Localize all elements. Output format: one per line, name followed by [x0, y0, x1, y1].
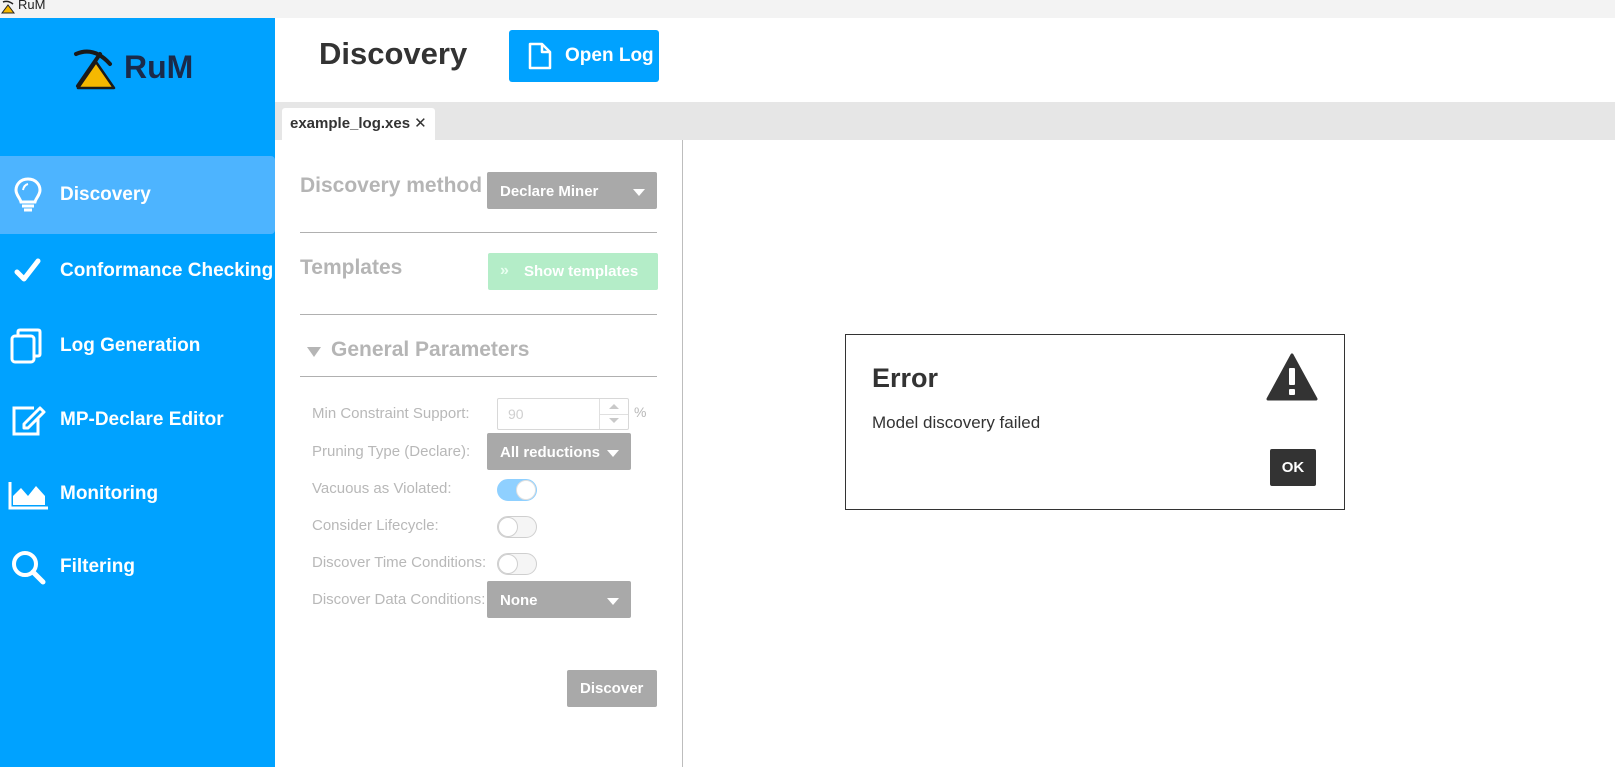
error-dialog: Error Model discovery failed OK — [845, 334, 1345, 510]
edit-icon — [12, 406, 46, 436]
open-log-label: Open Log — [565, 45, 654, 66]
sidebar-item-monitoring[interactable]: Monitoring — [0, 455, 275, 533]
discovery-method-select[interactable]: Declare Miner — [487, 172, 657, 209]
divider — [300, 376, 657, 377]
window-titlebar: RuM — [0, 0, 1615, 19]
ok-label: OK — [1281, 459, 1305, 476]
min-constraint-support-stepper[interactable]: 90 — [497, 398, 629, 430]
general-parameters-title: General Parameters — [331, 338, 530, 361]
discover-time-conditions-label: Discover Time Conditions: — [312, 554, 487, 571]
collapse-triangle-icon[interactable] — [307, 347, 321, 357]
tab-strip: example_log.xes ✕ — [275, 102, 1615, 140]
consider-lifecycle-label: Consider Lifecycle: — [312, 517, 439, 534]
sidebar-item-label: Log Generation — [60, 335, 201, 356]
discover-label: Discover — [580, 680, 644, 697]
consider-lifecycle-toggle[interactable] — [497, 516, 537, 538]
toggle-knob — [498, 554, 518, 574]
discovery-settings-panel: Discovery method Declare Miner Templates… — [275, 140, 682, 767]
sidebar-item-label: Filtering — [60, 556, 135, 577]
sidebar-item-label: MP-Declare Editor — [60, 409, 224, 430]
show-templates-label: Show templates — [524, 263, 639, 280]
discover-button[interactable]: Discover — [567, 670, 657, 707]
ok-button[interactable]: OK — [1270, 449, 1316, 486]
discovery-method-label: Discovery method — [300, 174, 483, 197]
percent-unit: % — [634, 404, 647, 420]
discover-data-conditions-select[interactable]: None — [487, 581, 631, 618]
discovery-method-value: Declare Miner — [500, 183, 599, 200]
open-log-button[interactable]: Open Log — [509, 30, 659, 82]
close-icon[interactable]: ✕ — [414, 115, 427, 132]
brand-name: RuM — [124, 49, 194, 85]
chevron-down-icon — [633, 189, 645, 196]
divider — [300, 314, 657, 315]
window-title: RuM — [18, 0, 46, 12]
search-icon — [12, 551, 46, 585]
divider — [300, 232, 657, 233]
sidebar: RuM Discovery Conformance Checking Log G… — [0, 18, 275, 767]
stepper-buttons — [599, 399, 628, 429]
increment-arrow-icon[interactable] — [600, 399, 628, 415]
panel-divider[interactable] — [682, 140, 683, 767]
sidebar-item-discovery[interactable]: Discovery — [0, 156, 275, 234]
sidebar-item-conformance-checking[interactable]: Conformance Checking — [0, 232, 275, 310]
toggle-knob — [498, 517, 518, 537]
tab-example-log[interactable]: example_log.xes ✕ — [282, 108, 435, 140]
vacuous-as-violated-toggle[interactable] — [497, 479, 537, 501]
decrement-arrow-icon[interactable] — [600, 414, 628, 429]
pruning-type-select[interactable]: All reductions — [487, 433, 631, 470]
sidebar-item-label: Monitoring — [60, 483, 159, 504]
pruning-type-label: Pruning Type (Declare): — [312, 443, 471, 460]
app-icon — [1, 0, 15, 14]
warning-icon — [1266, 353, 1318, 401]
tab-label: example_log.xes — [290, 115, 411, 132]
vacuous-as-violated-label: Vacuous as Violated: — [312, 480, 452, 497]
pruning-type-value: All reductions — [500, 444, 601, 461]
stacked-pages-icon — [10, 328, 42, 364]
sidebar-item-label: Discovery — [60, 184, 151, 205]
discover-time-conditions-toggle[interactable] — [497, 553, 537, 575]
check-icon — [14, 258, 41, 282]
lightbulb-icon — [14, 177, 42, 212]
dialog-title: Error — [872, 363, 939, 393]
area-chart-icon — [8, 482, 48, 510]
page-title: Discovery — [319, 36, 468, 71]
double-chevron-right-icon: » — [500, 262, 509, 279]
chevron-down-icon — [607, 598, 619, 605]
discover-data-conditions-label: Discover Data Conditions: — [312, 591, 486, 608]
discover-data-conditions-value: None — [500, 592, 538, 609]
file-icon — [528, 42, 552, 70]
sidebar-item-mp-declare-editor[interactable]: MP-Declare Editor — [0, 381, 275, 459]
toggle-knob — [516, 480, 536, 500]
templates-label: Templates — [300, 256, 403, 279]
sidebar-item-filtering[interactable]: Filtering — [0, 528, 275, 606]
show-templates-button[interactable]: » Show templates — [488, 253, 658, 290]
sidebar-item-label: Conformance Checking — [60, 260, 274, 281]
page-header: Discovery Open Log — [275, 18, 1615, 102]
chevron-down-icon — [607, 450, 619, 457]
min-constraint-support-label: Min Constraint Support: — [312, 405, 470, 422]
sidebar-item-log-generation[interactable]: Log Generation — [0, 307, 275, 385]
min-constraint-support-value: 90 — [508, 406, 524, 422]
pickaxe-logo-icon — [74, 49, 116, 90]
dialog-message: Model discovery failed — [872, 413, 1041, 432]
